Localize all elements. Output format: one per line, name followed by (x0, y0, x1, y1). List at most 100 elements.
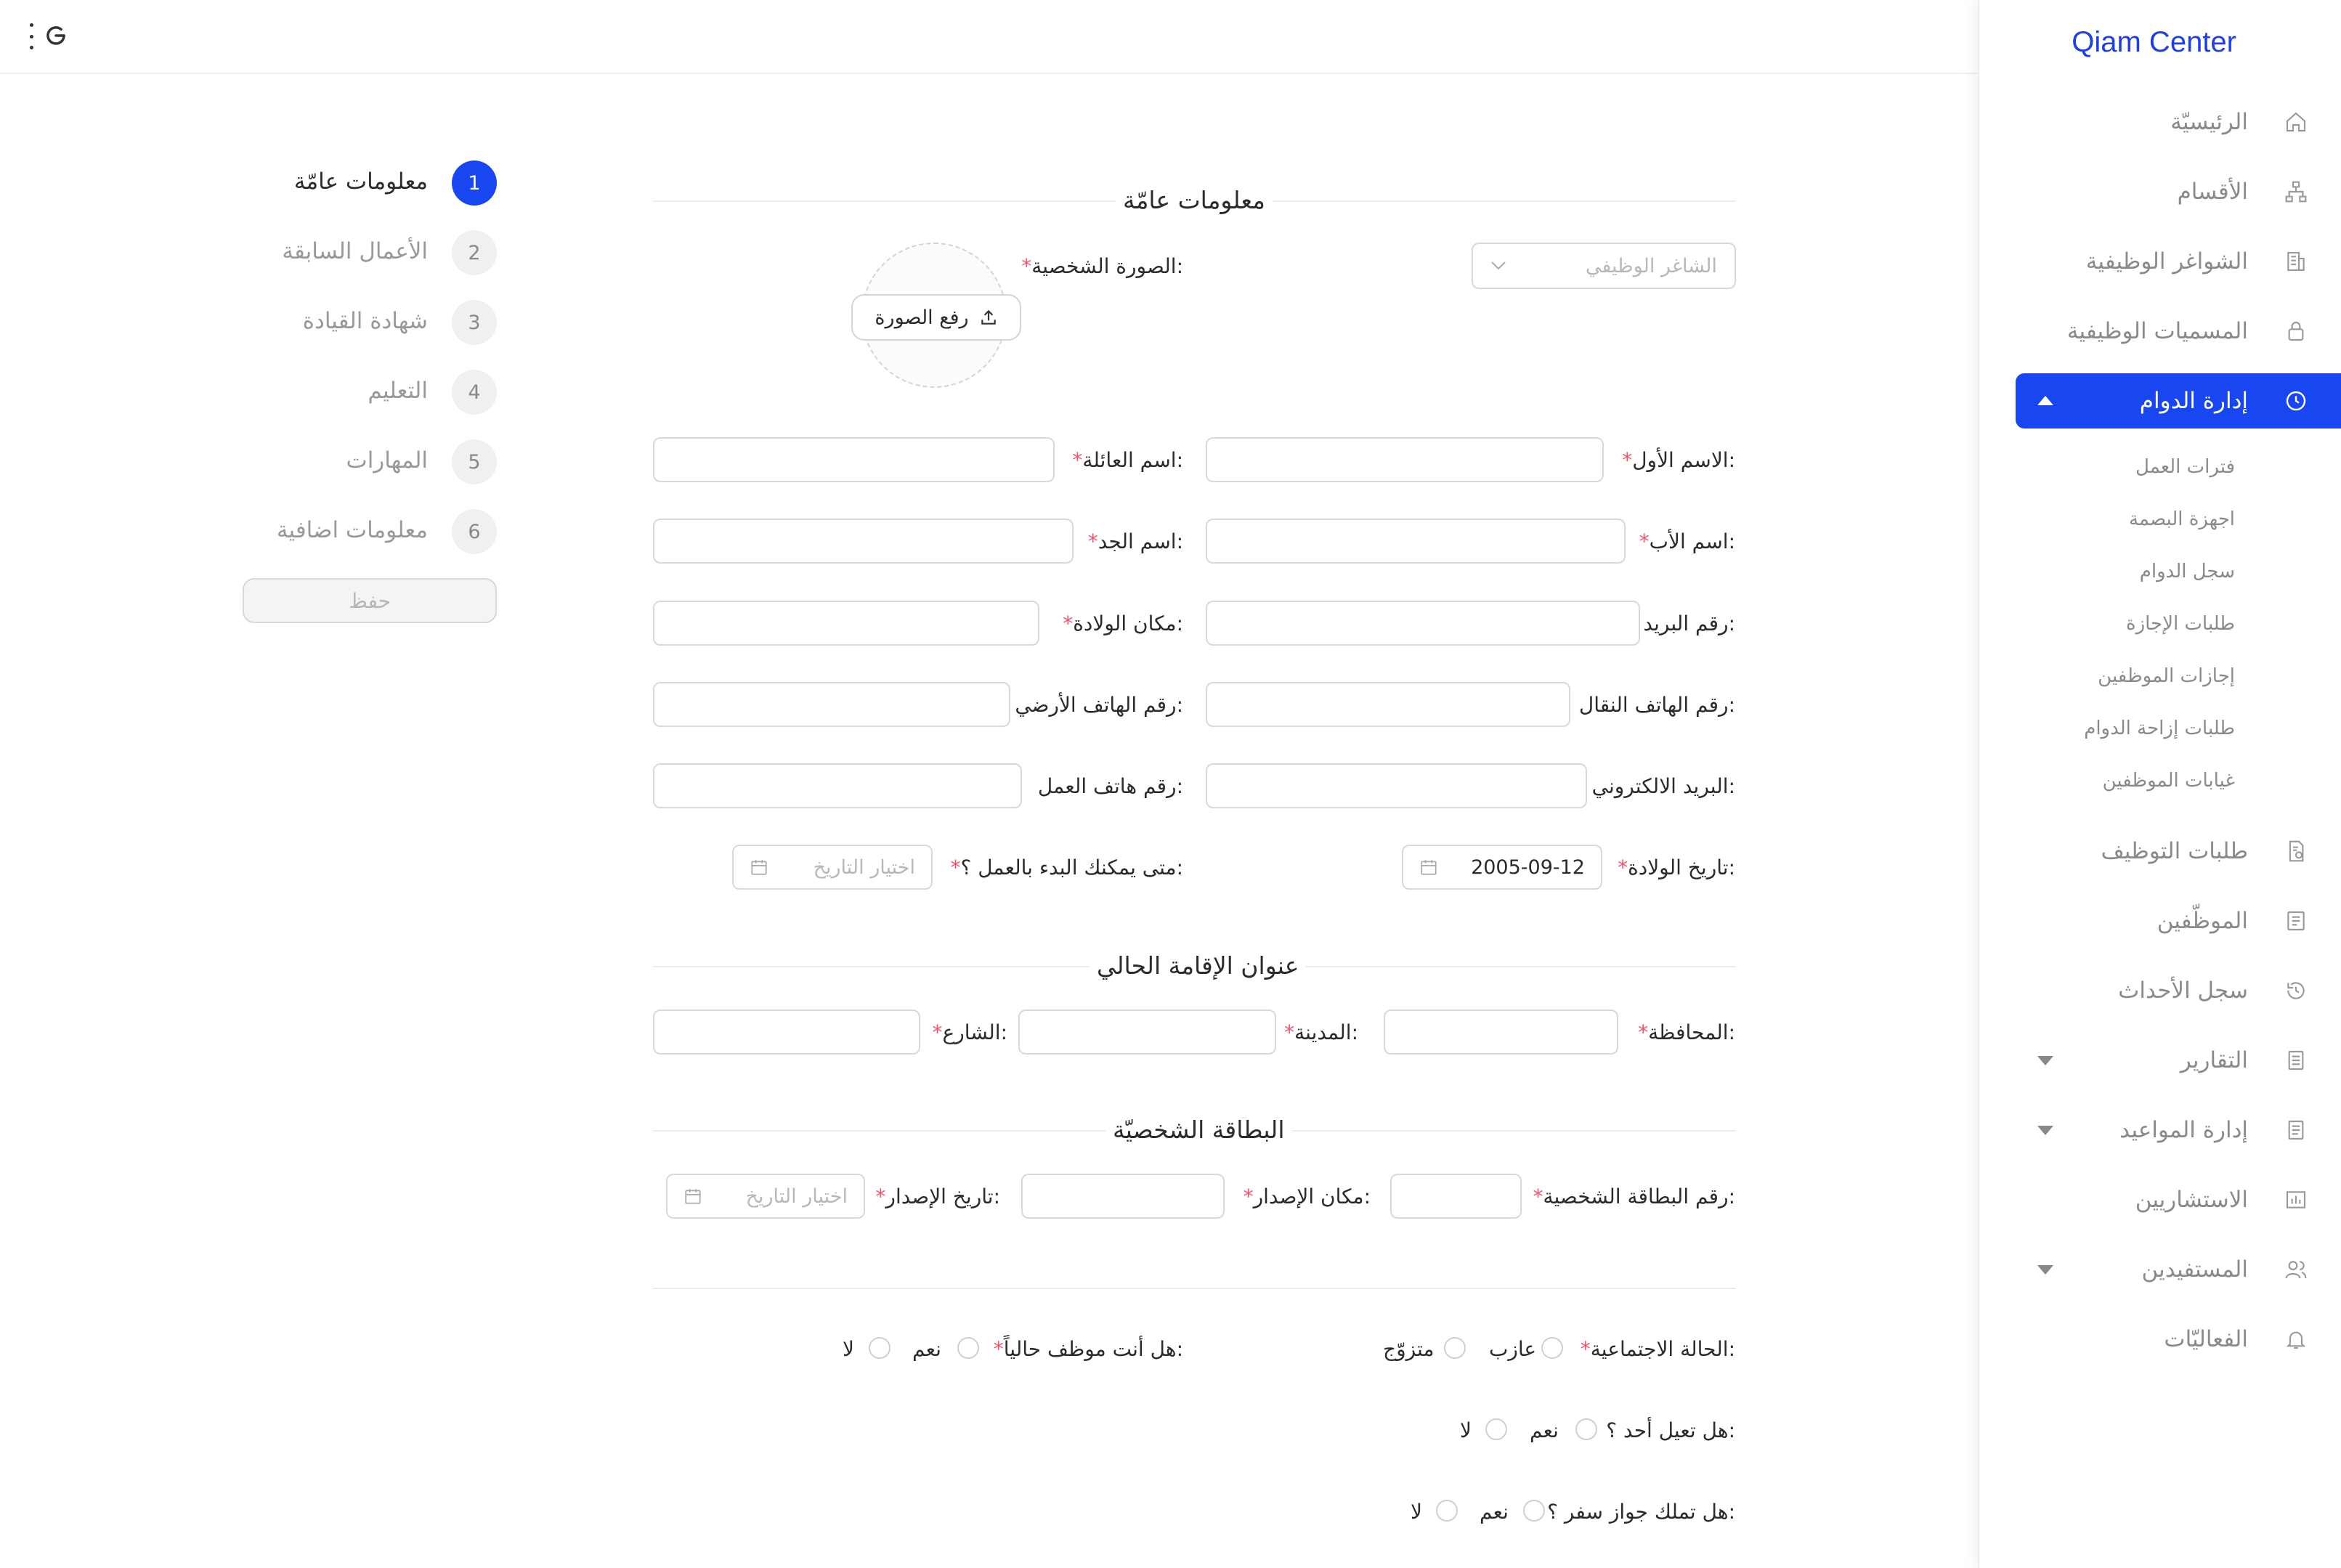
first-name-label: *الاسم الأول: (1622, 448, 1735, 472)
lock-icon (2284, 320, 2308, 343)
sidebar-item-reports[interactable]: التقارير (2016, 1033, 2341, 1088)
father-name-input[interactable] (1206, 519, 1626, 564)
sidebar-item-beneficiaries[interactable]: المستفيدين (2016, 1242, 2341, 1297)
supports-no-radio[interactable] (1485, 1418, 1507, 1440)
passport-yes-radio[interactable] (1523, 1500, 1545, 1522)
sidebar-item-vacancies[interactable]: الشواغر الوظيفية (2016, 234, 2341, 289)
submenu-fingerprint-devices[interactable]: اجهزة البصمة (2129, 508, 2235, 530)
sidebar-item-label: الشواغر الوظيفية (2085, 248, 2248, 275)
upload-photo-button[interactable]: رفع الصورة (851, 294, 1021, 341)
language-icon[interactable] (42, 22, 70, 49)
sidebar-item-event-log[interactable]: سجل الأحداث (2016, 963, 2341, 1018)
governorate-input[interactable] (1384, 1010, 1618, 1055)
sidebar-item-home[interactable]: الرئيسيّة (2016, 94, 2341, 150)
birth-date-picker[interactable]: 2005-09-12 (1402, 845, 1602, 890)
married-label[interactable]: متزوّج (1383, 1337, 1435, 1361)
expand-caret-icon[interactable] (2037, 1126, 2053, 1135)
id-number-input[interactable] (1390, 1174, 1522, 1219)
passport-yes-label[interactable]: نعم (1480, 1500, 1509, 1524)
supports-yes-radio[interactable] (1575, 1418, 1597, 1440)
vacancy-placeholder: الشاغر الوظيفي (1585, 254, 1717, 277)
more-menu-icon[interactable] (26, 22, 36, 51)
sidebar-item-label: سجل الأحداث (2118, 978, 2248, 1004)
sidebar-item-appointments[interactable]: إدارة المواعيد (2016, 1102, 2341, 1158)
supports-no-label[interactable]: لا (1460, 1418, 1472, 1442)
report-icon (2284, 1049, 2308, 1072)
issue-place-label: *مكان الإصدار: (1243, 1185, 1371, 1209)
start-date-picker[interactable]: اختيار التاريخ (732, 845, 933, 890)
employed-yes-radio[interactable] (957, 1337, 979, 1359)
id-number-label: *رقم البطاقة الشخصية: (1533, 1185, 1735, 1209)
sidebar-item-label: المستفيدين (2141, 1256, 2248, 1283)
date-placeholder: اختيار التاريخ (813, 856, 915, 879)
save-button[interactable]: حفظ (243, 578, 497, 623)
submenu-shift-requests[interactable]: طلبات إزاحة الدوام (2084, 718, 2235, 739)
vacancy-select[interactable]: الشاغر الوظيفي (1472, 243, 1736, 289)
sidebar-item-departments[interactable]: الأقسام (2016, 164, 2341, 219)
step-2-label[interactable]: الأعمال السابقة (282, 238, 428, 264)
father-name-label: *اسم الأب: (1639, 529, 1735, 553)
sidebar-item-label: الاستشاريين (2135, 1187, 2248, 1213)
step-2-number[interactable]: 2 (452, 230, 497, 275)
step-4-number[interactable]: 4 (452, 370, 497, 415)
step-6-number[interactable]: 6 (452, 509, 497, 554)
supports-question-label: هل تعيل أحد ؟: (1606, 1418, 1735, 1442)
street-label: *الشارع: (932, 1020, 1008, 1044)
email-input[interactable] (1206, 763, 1587, 808)
issue-place-input[interactable] (1021, 1174, 1225, 1219)
birth-date-label: *تاريخ الولادة: (1618, 856, 1735, 880)
step-5-number[interactable]: 5 (452, 439, 497, 484)
submenu-leave-requests[interactable]: طلبات الإجازة (2126, 613, 2235, 635)
passport-no-label[interactable]: لا (1411, 1500, 1422, 1524)
birth-place-input[interactable] (653, 601, 1039, 646)
appointments-icon (2284, 1118, 2308, 1142)
brand-title: Qiam Center (2072, 26, 2236, 58)
section-title-address: عنوان الإقامة الحالي (1090, 951, 1307, 980)
sidebar-item-employees[interactable]: الموظّفين (2016, 893, 2341, 948)
employed-no-label[interactable]: لا (843, 1337, 854, 1361)
section-divider (653, 1288, 1736, 1289)
expand-caret-icon[interactable] (2037, 1056, 2053, 1065)
sidebar-item-consultants[interactable]: الاستشاريين (2016, 1172, 2341, 1227)
sidebar: Qiam Center الرئيسيّة الأقسام الشواغر ال… (1978, 0, 2341, 1568)
sidebar-item-attendance[interactable]: إدارة الدوام (2016, 373, 2341, 428)
step-1-label[interactable]: معلومات عامّة (294, 168, 428, 195)
sidebar-item-job-applications[interactable]: طلبات التوظيف (2016, 824, 2341, 879)
single-label[interactable]: عازب (1489, 1337, 1536, 1361)
sidebar-item-label: الفعاليّات (2164, 1326, 2248, 1352)
married-radio[interactable] (1444, 1337, 1466, 1359)
submenu-work-periods[interactable]: فترات العمل (2135, 456, 2235, 478)
step-5-label[interactable]: المهارات (346, 447, 428, 474)
family-name-input[interactable] (653, 437, 1055, 482)
step-3-label[interactable]: شهادة القيادة (303, 308, 428, 334)
step-4-label[interactable]: التعليم (368, 378, 428, 404)
collapse-caret-icon[interactable] (2037, 396, 2053, 405)
single-radio[interactable] (1541, 1337, 1563, 1359)
submenu-employee-leaves[interactable]: إجازات الموظفين (2098, 665, 2235, 687)
submenu-attendance-log[interactable]: سجل الدوام (2140, 561, 2235, 582)
sidebar-item-events[interactable]: الفعاليّات (2016, 1312, 2341, 1367)
first-name-input[interactable] (1206, 437, 1604, 482)
sidebar-item-job-titles[interactable]: المسميات الوظيفية (2016, 304, 2341, 359)
expand-caret-icon[interactable] (2037, 1265, 2053, 1275)
chevron-down-icon (1491, 261, 1506, 270)
street-input[interactable] (653, 1010, 920, 1055)
grandfather-name-input[interactable] (653, 519, 1074, 564)
city-input[interactable] (1018, 1010, 1276, 1055)
employed-yes-label[interactable]: نعم (912, 1337, 941, 1361)
building-icon (2284, 250, 2308, 273)
submenu-employee-absences[interactable]: غيابات الموظفين (2103, 770, 2235, 792)
landline-input[interactable] (653, 682, 1010, 727)
passport-no-radio[interactable] (1436, 1500, 1458, 1522)
supports-yes-label[interactable]: نعم (1530, 1418, 1559, 1442)
issue-date-picker[interactable]: اختيار التاريخ (666, 1174, 865, 1219)
postal-code-input[interactable] (1206, 601, 1640, 646)
mobile-input[interactable] (1206, 682, 1570, 727)
step-3-number[interactable]: 3 (452, 300, 497, 345)
step-6-label[interactable]: معلومات اضافية (277, 517, 428, 543)
step-1-number[interactable]: 1 (452, 161, 497, 206)
employed-no-radio[interactable] (869, 1337, 890, 1359)
users-icon (2284, 1258, 2308, 1281)
email-label: البريد الالكتروني: (1591, 774, 1735, 798)
work-phone-input[interactable] (653, 763, 1022, 808)
